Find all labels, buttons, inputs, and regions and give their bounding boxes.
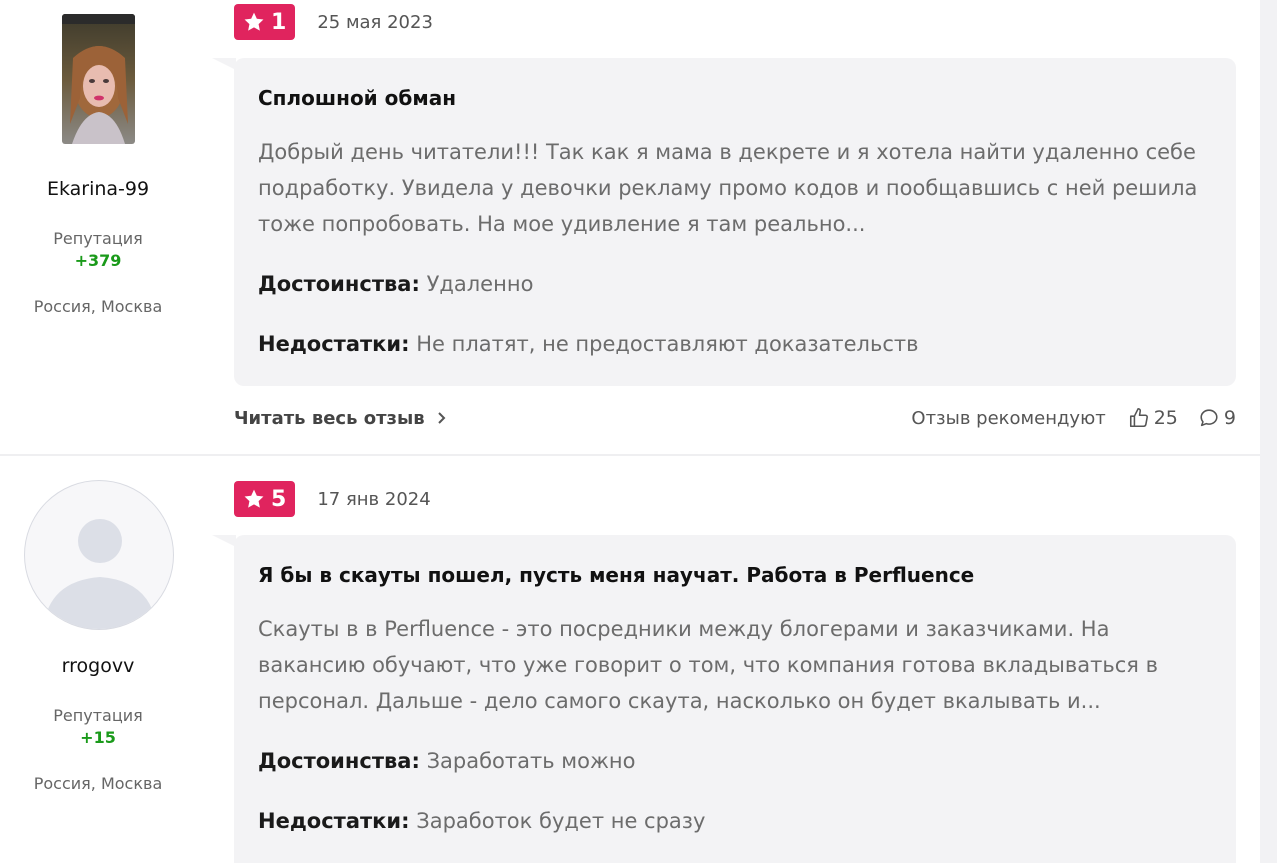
review-text: Добрый день читатели!!! Так как я мама в… (258, 140, 1198, 236)
cons-label: Недостатки: (258, 809, 410, 833)
rating-value: 5 (271, 486, 287, 512)
review-title[interactable]: Я бы в скауты пошел, пусть меня научат. … (258, 557, 1212, 593)
thumbs-up-icon (1129, 408, 1148, 428)
rating-badge: 5 (234, 481, 296, 517)
comments-button[interactable]: 9 (1198, 407, 1236, 429)
comment-icon (1200, 409, 1218, 427)
author-username[interactable]: Ekarina-99 (0, 178, 196, 200)
chevron-right-icon (437, 412, 446, 424)
rating-badge: 1 (234, 4, 296, 40)
review-cons: Недостатки: Заработок будет не сразу (258, 803, 1212, 839)
card-notch (212, 58, 236, 70)
reputation-label: Репутация (53, 706, 143, 725)
cons-label: Недостатки: (258, 332, 410, 356)
read-more-label: Читать весь отзыв (234, 407, 425, 429)
cons-value: Не платят, не предоставляют доказательст… (416, 332, 919, 356)
cons-value: Заработок будет не сразу (416, 809, 706, 833)
review-pros: Достоинства: Удаленно (258, 266, 1212, 302)
pros-value: Заработать можно (426, 749, 636, 773)
like-button[interactable]: 25 (1128, 407, 1178, 429)
author-location: Россия, Москва (33, 297, 163, 316)
review-card[interactable]: Сплошной обман Добрый день читатели!!! Т… (234, 58, 1236, 386)
star-icon (244, 489, 264, 508)
review-header: 5 17 янв 2024 (234, 481, 431, 517)
review-title[interactable]: Сплошной обман (258, 80, 1212, 116)
avatar[interactable] (24, 480, 174, 630)
star-icon (244, 12, 264, 31)
scrollbar[interactable] (1260, 0, 1277, 863)
review-cons: Недостатки: Не платят, не предоставляют … (258, 326, 1212, 362)
review-item: rrogovv Репутация +15 Россия, Москва 5 1… (0, 458, 1260, 863)
recommend-label: Отзыв рекомендуют (911, 407, 1106, 429)
comments-count: 9 (1223, 407, 1236, 429)
author-location: Россия, Москва (33, 774, 163, 793)
read-more-link[interactable]: Читать весь отзыв (234, 408, 447, 429)
author-username[interactable]: rrogovv (0, 655, 196, 677)
reputation-label: Репутация (53, 229, 143, 248)
rating-value: 1 (271, 9, 287, 35)
reviews-page: Ekarina-99 Репутация +379 Россия, Москва… (0, 0, 1260, 863)
card-notch (212, 535, 236, 547)
avatar-photo-image (62, 14, 135, 144)
pros-label: Достоинства: (258, 272, 420, 296)
pros-value: Удаленно (426, 272, 534, 296)
pros-label: Достоинства: (258, 749, 420, 773)
review-footer: Читать весь отзыв Отзыв рекомендуют 25 9 (234, 400, 1236, 436)
reputation-value: +379 (74, 251, 122, 270)
review-date: 25 мая 2023 (317, 11, 433, 33)
review-item: Ekarina-99 Репутация +379 Россия, Москва… (0, 0, 1260, 456)
review-header: 1 25 мая 2023 (234, 4, 433, 40)
review-date: 17 янв 2024 (317, 488, 431, 510)
review-card[interactable]: Я бы в скауты пошел, пусть меня научат. … (234, 535, 1236, 863)
avatar[interactable] (62, 14, 135, 144)
reputation-value: +15 (80, 728, 116, 747)
review-text: Скауты в в Perfluence - это посредники м… (258, 617, 1158, 713)
user-placeholder-icon (43, 519, 157, 629)
review-pros: Достоинства: Заработать можно (258, 743, 1212, 779)
likes-count: 25 (1153, 407, 1178, 429)
